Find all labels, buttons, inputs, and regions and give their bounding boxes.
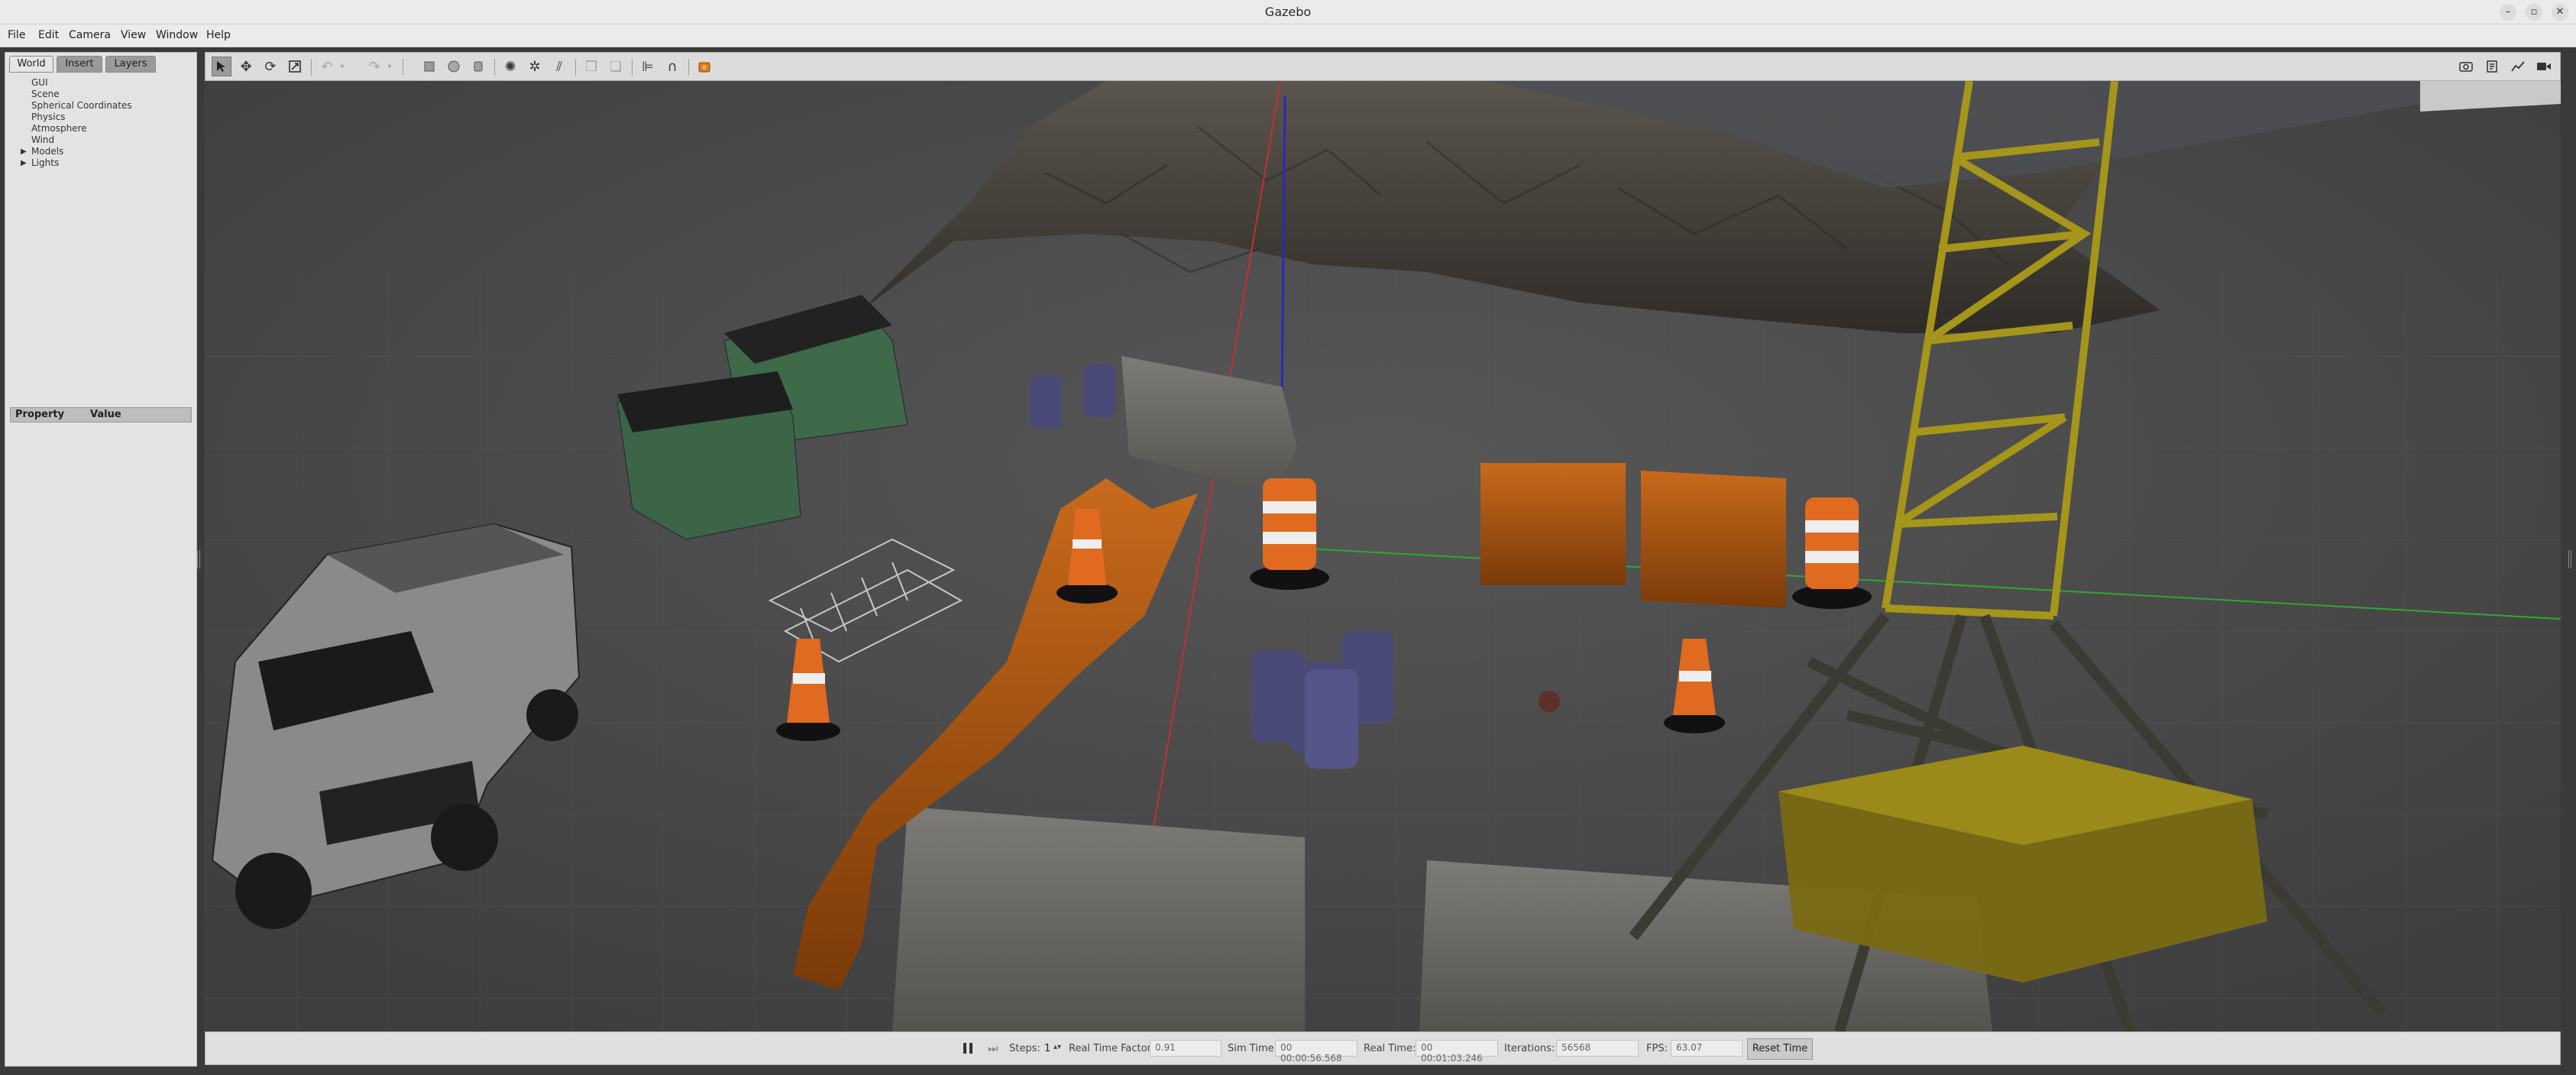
undo-icon[interactable]: ↶ (317, 57, 337, 76)
cylinder-shape-icon[interactable] (468, 57, 488, 76)
tree-item-spherical-coordinates[interactable]: Spherical Coordinates (13, 100, 193, 112)
world-panel: World Insert Layers GUI Scene Spherical … (5, 52, 197, 1067)
tree-item-label: GUI (31, 77, 48, 88)
video-record-icon[interactable] (2534, 57, 2554, 76)
value-column-header: Value (90, 409, 121, 420)
steps-value[interactable]: 1 (1044, 1043, 1050, 1054)
tree-item-physics[interactable]: Physics (13, 112, 193, 123)
simulation-status-bar: ⏭ Steps: 1 ▴▾ Real Time Factor: 0.91 Sim… (205, 1031, 2561, 1065)
menu-camera[interactable]: Camera (69, 29, 111, 41)
real-time-factor-label: Real Time Factor: (1069, 1043, 1155, 1054)
copy-icon[interactable]: ❐ (581, 57, 601, 76)
tree-item-label: Models (31, 146, 64, 157)
tree-item-label: Lights (31, 157, 60, 168)
toolbar-separator (494, 59, 495, 76)
tree-item-wind[interactable]: Wind (13, 134, 193, 146)
expand-arrow-icon[interactable]: ▶ (21, 157, 27, 169)
tab-world[interactable]: World (9, 56, 53, 73)
dumpster-front (616, 371, 801, 540)
iterations-label: Iterations: (1504, 1043, 1555, 1054)
redo-dropdown-icon[interactable]: ▾ (384, 57, 395, 76)
small-object (1539, 691, 1560, 712)
spot-light-icon[interactable]: ✲ (525, 57, 545, 76)
minimize-icon[interactable]: – (2500, 4, 2516, 21)
right-splitter-handle[interactable] (2568, 550, 2571, 568)
left-splitter-handle[interactable] (197, 550, 200, 568)
paste-icon[interactable]: ❏ (606, 57, 626, 76)
tree-item-label: Physics (31, 112, 66, 122)
tree-item-gui[interactable]: GUI (13, 77, 193, 89)
window-title: Gazebo (1264, 5, 1312, 19)
pause-icon[interactable] (960, 1041, 976, 1056)
iterations-field: 56568 (1556, 1040, 1639, 1057)
toolbar-separator (311, 59, 312, 76)
orange-view-angle-icon[interactable] (694, 57, 714, 76)
scene-render (205, 81, 2561, 1031)
toolbar-separator (688, 59, 689, 76)
directional-light-icon[interactable]: ⫽ (549, 57, 569, 76)
3d-scene-viewport[interactable] (205, 81, 2561, 1031)
maximize-icon[interactable]: ▫ (2526, 4, 2542, 21)
menu-file[interactable]: File (8, 29, 25, 41)
orange-barrier-1 (1481, 463, 1626, 585)
tab-insert[interactable]: Insert (57, 56, 102, 73)
steps-label: Steps: (1009, 1043, 1040, 1054)
fps-label: FPS: (1646, 1043, 1668, 1054)
real-time-factor-field: 0.91 (1150, 1040, 1222, 1057)
menu-bar: File Edit Camera View Window Help (0, 24, 2576, 47)
undo-dropdown-icon[interactable]: ▾ (337, 57, 348, 76)
box-shape-icon[interactable] (419, 57, 439, 76)
tree-item-models[interactable]: ▶ Models (13, 146, 193, 157)
menu-edit[interactable]: Edit (38, 29, 59, 41)
step-forward-icon[interactable]: ⏭ (988, 1041, 1002, 1055)
snap-icon[interactable]: ∩ (662, 57, 682, 76)
expand-arrow-icon[interactable]: ▶ (21, 146, 27, 157)
sim-time-field: 00 00:00:56.568 (1275, 1040, 1358, 1064)
fps-field: 63.07 (1671, 1040, 1743, 1057)
real-time-label: Real Time: (1364, 1043, 1416, 1054)
redo-icon[interactable]: ↷ (364, 57, 384, 76)
world-tree: GUI Scene Spherical Coordinates Physics … (13, 77, 193, 169)
select-arrow-icon[interactable] (212, 57, 231, 76)
property-table-header: Property Value (10, 407, 192, 423)
reset-time-button[interactable]: Reset Time (1747, 1038, 1813, 1060)
point-light-icon[interactable]: ✺ (500, 57, 520, 76)
sphere-shape-icon[interactable] (444, 57, 464, 76)
menu-help[interactable]: Help (206, 29, 231, 41)
rotate-icon[interactable]: ⟳ (261, 57, 280, 76)
gazebo-window: Gazebo – ▫ ✕ File Edit Camera View Windo… (0, 0, 2576, 1075)
toolbar-separator (632, 59, 633, 76)
scene-toolbar: ✥ ⟳ ↶ ▾ ↷ ▾ ✺ ✲ ⫽ ❐ ❏ ⊫ ∩ (205, 52, 2561, 81)
tree-item-label: Spherical Coordinates (31, 100, 132, 111)
real-time-field: 00 00:01:03.246 (1416, 1040, 1498, 1064)
tab-layers[interactable]: Layers (105, 56, 156, 73)
scale-icon[interactable] (285, 57, 305, 76)
jersey-barrier-front-left (892, 807, 1305, 1031)
steps-spinner-icon[interactable]: ▴▾ (1053, 1043, 1061, 1051)
align-icon[interactable]: ⊫ (638, 57, 658, 76)
tree-item-atmosphere[interactable]: Atmosphere (13, 123, 193, 134)
translate-icon[interactable]: ✥ (236, 57, 256, 76)
toolbar-separator (575, 59, 576, 76)
tree-item-label: Wind (31, 134, 55, 145)
tree-item-lights[interactable]: ▶ Lights (13, 157, 193, 169)
tree-item-scene[interactable]: Scene (13, 89, 193, 100)
orange-barrier-2 (1641, 471, 1786, 608)
tree-item-label: Scene (31, 89, 60, 99)
plot-icon[interactable] (2508, 57, 2528, 76)
property-column-header: Property (15, 409, 65, 420)
menu-view[interactable]: View (121, 29, 146, 41)
close-icon[interactable]: ✕ (2552, 4, 2568, 21)
menu-window[interactable]: Window (156, 29, 198, 41)
title-bar: Gazebo – ▫ ✕ (0, 0, 2576, 24)
log-icon[interactable] (2482, 57, 2502, 76)
screenshot-icon[interactable] (2456, 57, 2476, 76)
tree-item-label: Atmosphere (31, 123, 87, 134)
sim-time-label: Sim Time: (1228, 1043, 1277, 1054)
